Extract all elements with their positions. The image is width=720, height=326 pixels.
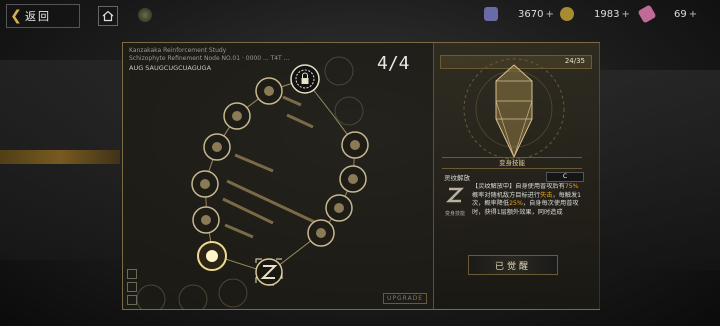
chevron-left-icon: ❮ [10,8,22,24]
resource-coin: 1983 + [560,7,630,21]
skill-icon-caption: 变身技能 [444,211,465,217]
decor-ring [218,278,248,308]
tree-node[interactable] [339,165,367,193]
skill-detail-panel: 24/35 变身技能 灵纹解放 C 变身技能 【灵纹解放中】自身使用普攻后有75… [433,43,600,309]
upgrade-tag: UPGRADE [383,293,428,304]
core-skill-node[interactable] [255,258,283,286]
add-ticket-button[interactable]: + [689,9,697,20]
resource-ticket: 69 + [637,4,697,24]
skill-icon: 变身技能 [442,185,468,217]
skill-row: 灵纹解放 C [442,172,584,182]
resource-value: 69 [674,8,687,20]
helix-tree-area: Kanzakaka Reinforcement Study Schizophyt… [123,43,431,309]
resource-crystal: 3670 + [484,7,554,21]
tree-node[interactable] [307,219,335,247]
character-diagram [463,58,565,160]
active-node[interactable] [197,241,227,271]
desc-text: 概率对随机敌方目标进行 [472,191,541,199]
top-bar: ❮ 返回 3670 + 1983 + 69 + [0,0,720,30]
decor-ring [334,96,364,126]
back-label: 返回 [25,10,51,23]
skill-grade-badge: C [546,172,584,182]
desc-text: 【灵纹解放中】自身使用普攻后有 [472,183,565,190]
desc-highlight: 75% [564,183,579,190]
tree-node[interactable] [255,77,283,105]
tree-node[interactable] [203,133,231,161]
tree-node[interactable] [191,170,219,198]
awakened-button[interactable]: 已觉醒 [468,255,558,275]
side-tool-button[interactable] [127,269,137,279]
home-button[interactable] [98,6,118,26]
section-title: 变身技能 [442,157,582,169]
side-tool-button[interactable] [127,295,137,305]
desc-highlight: 失击 [540,191,553,199]
skill-emblem-icon [445,187,465,203]
desc-highlight: 25% [509,200,523,208]
home-icon [102,10,114,22]
coin-icon [560,7,574,21]
resource-value: 1983 [594,8,620,20]
skill-name: 灵纹解放 [444,174,470,182]
ticket-icon [637,4,657,24]
skill-description: 【灵纹解放中】自身使用普攻后有75%概率对随机敌方目标进行失击，每触发1次，概率… [472,183,582,223]
helix-node-tree [136,56,369,309]
back-button[interactable]: ❮ 返回 [6,4,80,28]
decor-ring [178,284,208,309]
awakened-label: 已觉醒 [494,261,531,272]
decor-ring [136,284,166,309]
status-orb-icon [138,8,152,22]
add-coin-button[interactable]: + [621,9,629,20]
tree-node[interactable] [223,102,251,130]
background-right [600,70,720,270]
awakening-panel: Kanzakaka Reinforcement Study Schizophyt… [122,42,600,310]
side-tool-button[interactable] [127,282,137,292]
tree-node[interactable] [341,131,369,159]
background-glow-stripe [0,150,120,164]
decor-ring [324,56,354,86]
crystal-icon [484,7,498,21]
locked-node[interactable] [290,64,320,94]
tree-node[interactable] [192,206,220,234]
tree-node[interactable] [325,194,353,222]
resource-value: 3670 [518,8,544,20]
add-crystal-button[interactable]: + [545,9,553,20]
side-toolbar [127,269,137,308]
